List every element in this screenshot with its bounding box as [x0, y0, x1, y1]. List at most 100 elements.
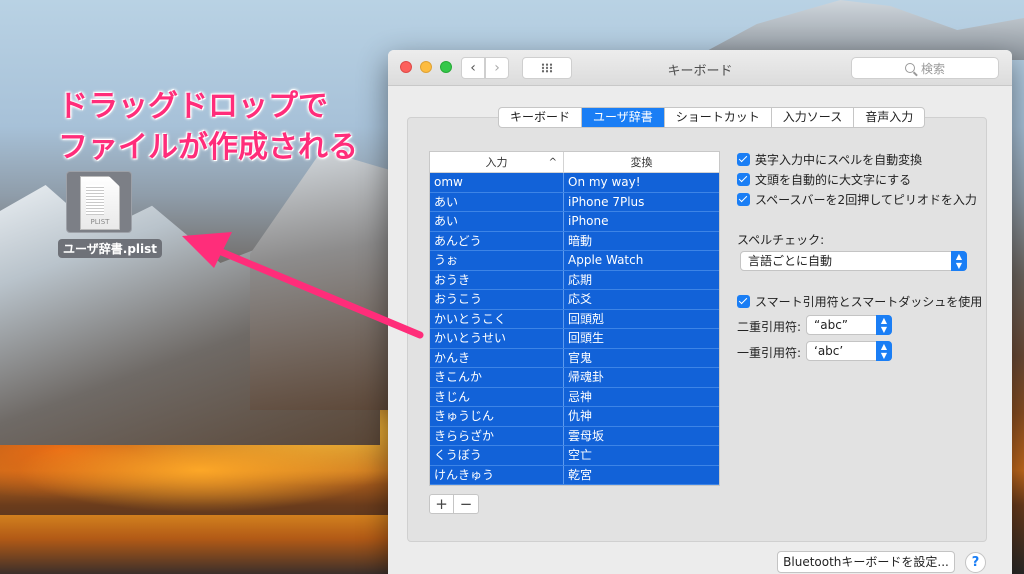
- input-cell: おうき: [430, 270, 564, 289]
- period-shortcut-option[interactable]: スペースバーを2回押してピリオドを入力: [737, 191, 977, 208]
- search-icon: [904, 63, 915, 73]
- desktop-file-label[interactable]: ユーザ辞書.plist: [58, 239, 163, 258]
- table-row[interactable]: omw On my way!: [430, 173, 719, 193]
- convert-cell: 応爻: [568, 292, 593, 306]
- table-row[interactable]: かんき 官鬼: [430, 348, 719, 368]
- column-header-convert[interactable]: 変換: [564, 152, 719, 172]
- annotation-line: ドラッグドロップで: [58, 89, 328, 124]
- input-cell: あい: [430, 192, 564, 211]
- select-value: “abc”: [814, 318, 849, 332]
- table-row[interactable]: きこんか 帰魂卦: [430, 368, 719, 388]
- table-row[interactable]: うぉ Apple Watch: [430, 251, 719, 271]
- convert-cell: 官鬼: [568, 350, 593, 365]
- table-row[interactable]: きゅうじん 仇神: [430, 407, 719, 427]
- spell-check-select[interactable]: 言語ごとに自動 ▲ ▼: [740, 251, 967, 271]
- sort-caret-icon: ^: [548, 157, 557, 168]
- setup-bluetooth-keyboard-button[interactable]: Bluetoothキーボードを設定...: [777, 551, 955, 573]
- convert-cell: iPhone 7Plus: [568, 194, 645, 209]
- convert-cell: On my way!: [568, 175, 641, 189]
- input-cell: あんどう: [430, 231, 564, 250]
- user-dictionary-table: 入力 ^ 変換 omw On my way! あい iPhone 7Plus あい i…: [429, 151, 720, 486]
- search-input[interactable]: 検索: [851, 57, 999, 79]
- option-label: 英字入力中にスペルを自動変換: [755, 153, 923, 167]
- spell-check-label: スペルチェック:: [737, 233, 825, 247]
- input-cell: きじん: [430, 387, 564, 406]
- chevron-updown-icon: ▲ ▼: [876, 315, 892, 335]
- title-bar: ‹ › キーボード 検索: [388, 50, 1012, 86]
- tab-user-dictionary[interactable]: ユーザ辞書: [582, 108, 665, 127]
- convert-cell: 応期: [568, 272, 593, 287]
- table-row[interactable]: あい iPhone: [430, 212, 719, 232]
- table-row[interactable]: あい iPhone 7Plus: [430, 192, 719, 212]
- select-value: ‘abc’: [814, 344, 844, 358]
- checkbox-checked-icon[interactable]: [737, 193, 750, 206]
- convert-cell: 雲母坂: [568, 428, 605, 443]
- chevron-updown-icon: ▲ ▼: [951, 251, 967, 271]
- add-remove-control: + −: [429, 494, 479, 514]
- checkbox-checked-icon[interactable]: [737, 295, 750, 308]
- convert-cell: 帰魂卦: [568, 370, 605, 384]
- autocorrect-option[interactable]: 英字入力中にスペルを自動変換: [737, 151, 922, 168]
- convert-cell: 暗動: [568, 233, 593, 248]
- convert-cell: 乾宮: [568, 467, 593, 482]
- table-row[interactable]: かいとうせい 回頭生: [430, 329, 719, 349]
- table-header: 入力 ^ 変換: [430, 152, 719, 173]
- wallpaper-mountain: [250, 150, 410, 410]
- convert-cell: 仇神: [568, 409, 593, 423]
- input-cell: omw: [430, 173, 564, 192]
- option-label: スペースバーを2回押してピリオドを入力: [755, 193, 977, 207]
- plist-file-icon[interactable]: PLIST: [66, 171, 132, 233]
- input-cell: きこんか: [430, 368, 564, 387]
- table-row[interactable]: おうこう 応爻: [430, 290, 719, 310]
- tab-bar: キーボード ユーザ辞書 ショートカット 入力ソース 音声入力: [498, 107, 926, 128]
- annotation-text: ドラッグドロップで ファイルが作成される: [58, 86, 358, 168]
- single-quote-select[interactable]: ‘abc’ ▲ ▼: [806, 341, 892, 361]
- input-cell: かいとうせい: [430, 329, 564, 348]
- input-cell: おうこう: [430, 290, 564, 309]
- document-icon: PLIST: [80, 176, 120, 230]
- annotation-line: ファイルが作成される: [58, 130, 358, 165]
- tab-input-sources[interactable]: 入力ソース: [772, 108, 855, 127]
- table-row[interactable]: かいとうこく 回頭剋: [430, 309, 719, 329]
- remove-entry-button[interactable]: −: [454, 495, 478, 513]
- convert-cell: 回頭生: [568, 331, 605, 345]
- table-row[interactable]: きららざか 雲母坂: [430, 426, 719, 446]
- chevron-updown-icon: ▲ ▼: [876, 341, 892, 361]
- tab-keyboard[interactable]: キーボード: [499, 108, 583, 127]
- input-cell: くうぼう: [430, 446, 564, 465]
- input-cell: きゅうじん: [430, 407, 564, 426]
- convert-cell: 回頭剋: [568, 311, 605, 326]
- convert-cell: 空亡: [568, 448, 593, 462]
- convert-cell: 忌神: [568, 389, 593, 404]
- preferences-window: ‹ › キーボード 検索 キーボード ユーザ辞書 ショートカット 入力ソース 音…: [388, 50, 1012, 574]
- input-cell: かんき: [430, 348, 564, 367]
- table-row[interactable]: あんどう 暗動: [430, 231, 719, 251]
- convert-cell: Apple Watch: [568, 253, 644, 267]
- table-row[interactable]: くうぼう 空亡: [430, 446, 719, 466]
- wallpaper-lake: [0, 515, 400, 574]
- column-header-input[interactable]: 入力 ^: [430, 152, 564, 172]
- table-row[interactable]: けんきゅう 乾宮: [430, 465, 719, 485]
- table-row[interactable]: おうき 応期: [430, 270, 719, 290]
- double-quote-select[interactable]: “abc” ▲ ▼: [806, 315, 892, 335]
- add-entry-button[interactable]: +: [430, 495, 454, 513]
- checkbox-checked-icon[interactable]: [737, 173, 750, 186]
- input-cell: きららざか: [430, 426, 564, 445]
- checkbox-checked-icon[interactable]: [737, 153, 750, 166]
- help-button[interactable]: ?: [965, 552, 986, 573]
- tab-shortcuts[interactable]: ショートカット: [665, 108, 772, 127]
- table-row[interactable]: きじん 忌神: [430, 387, 719, 407]
- input-cell: けんきゅう: [430, 465, 564, 484]
- autocapitalize-option[interactable]: 文頭を自動的に大文字にする: [737, 171, 911, 188]
- input-cell: うぉ: [430, 251, 564, 270]
- input-cell: あい: [430, 212, 564, 231]
- option-label: 文頭を自動的に大文字にする: [755, 173, 912, 187]
- double-quote-label: 二重引用符:: [737, 320, 802, 334]
- document-lines: [86, 185, 104, 215]
- single-quote-label: 一重引用符:: [737, 346, 802, 360]
- file-type-text: PLIST: [90, 218, 110, 226]
- smart-quotes-option[interactable]: スマート引用符とスマートダッシュを使用: [737, 293, 982, 310]
- search-placeholder: 検索: [920, 61, 945, 76]
- tab-dictation[interactable]: 音声入力: [854, 108, 924, 127]
- convert-cell: iPhone: [568, 214, 609, 228]
